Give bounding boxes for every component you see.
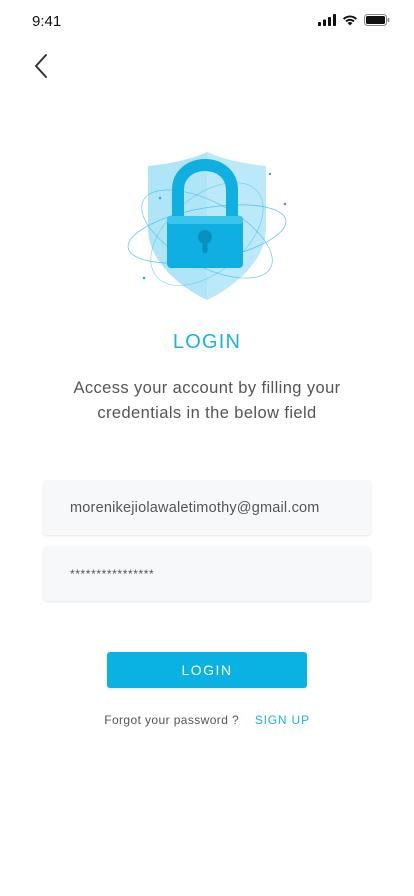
status-time: 9:41 [32,13,62,30]
password-field[interactable] [43,546,371,601]
battery-icon [364,14,390,26]
forgot-password-link[interactable]: Forgot your password ? [104,713,239,727]
login-screen: 9:41 LOGIN Access your account by fillin… [0,0,414,896]
status-icons [318,14,390,26]
cellular-signal-icon [318,14,336,26]
back-button[interactable] [26,52,56,84]
sign-up-link[interactable]: SIGN UP [255,713,310,727]
page-subtitle: Access your account by filling your cred… [73,379,341,422]
page-title: LOGIN [172,331,242,353]
email-field[interactable] [43,480,371,535]
shield-lock-illustration [120,148,294,308]
shield-lock-icon [120,152,294,312]
wifi-icon [342,14,358,26]
footer-links: Forgot your password ? SIGN UP [0,713,414,727]
login-button[interactable]: LOGIN [107,652,307,688]
status-bar: 9:41 [0,0,414,44]
chevron-left-icon [33,53,49,84]
